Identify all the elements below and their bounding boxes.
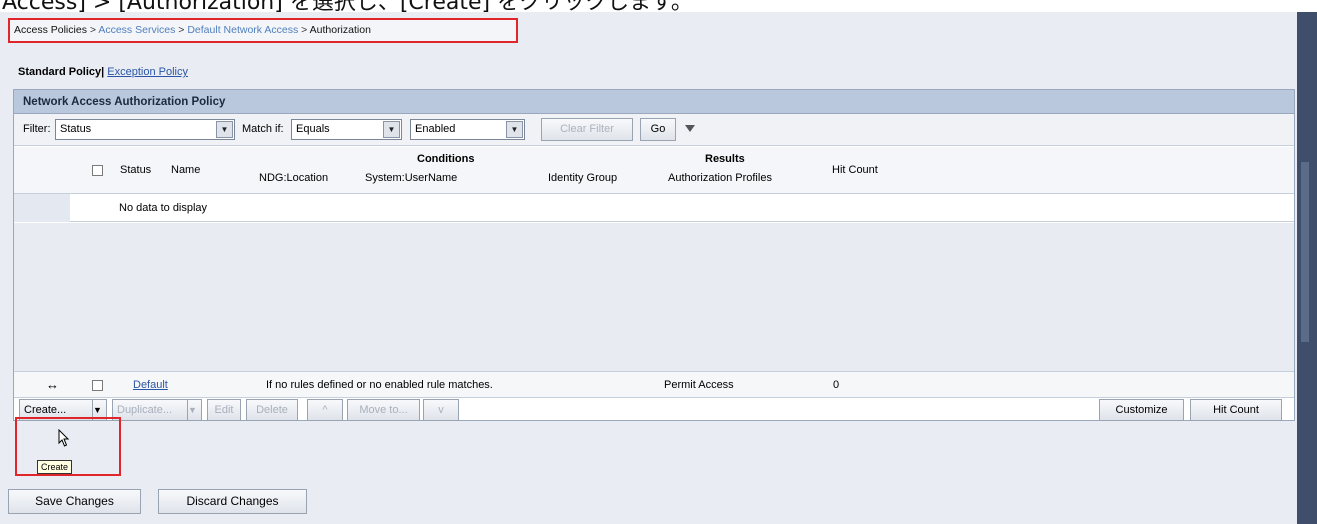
match-label: Match if: [242,123,284,135]
chevron-down-icon[interactable]: ▼ [187,400,201,420]
duplicate-button[interactable]: Duplicate... ▼ [112,399,202,421]
breadcrumb-item-access-services[interactable]: Access Services [98,24,175,36]
breadcrumb-item-access-policies[interactable]: Access Policies [14,24,87,36]
no-data-row: No data to display [14,194,1294,222]
clear-filter-button[interactable]: Clear Filter [541,118,633,141]
col-hit-count[interactable]: Hit Count [832,164,878,176]
filter-field-value: Status [60,123,92,135]
tab-standard-policy: Standard Policy [18,66,102,78]
chevron-down-icon: ▼ [216,121,233,138]
row-gutter [14,194,70,222]
customize-button[interactable]: Customize [1099,399,1184,421]
create-tooltip: Create [37,460,73,474]
delete-button[interactable]: Delete [246,399,298,421]
no-data-text: No data to display [119,202,208,214]
authorization-policy-panel: Network Access Authorization Policy Filt… [13,89,1295,421]
default-row-checkbox[interactable] [92,380,103,391]
match-value-value: Enabled [415,123,456,135]
chevron-down-icon: ▼ [506,121,523,138]
policy-tabs: Standard Policy| Exception Policy [18,66,188,78]
select-all-checkbox[interactable] [92,165,103,176]
right-scroll-strip[interactable] [1297,12,1317,524]
default-row-result: Permit Access [664,379,734,391]
move-down-button[interactable]: v [423,399,459,421]
table-row-default[interactable]: ↔ Default If no rules defined or no enab… [14,371,1294,398]
create-button-label: Create... [24,404,67,416]
move-up-button[interactable]: ^ [307,399,343,421]
default-row-hit-count: 0 [833,379,840,391]
col-system-username[interactable]: System:UserName [365,172,457,184]
mouse-cursor-icon [58,429,70,447]
table-empty-area [14,223,1294,371]
action-toolbar: Create... ▼ Duplicate... ▼ Edit Delete ^… [14,399,1294,422]
filter-field-select[interactable]: Status ▼ [55,119,235,140]
breadcrumb-item-authorization: Authorization [309,24,371,36]
breadcrumb: Access Policies > Access Services > Defa… [8,18,518,43]
drag-handle-icon[interactable]: ↔ [46,377,59,392]
tab-separator: | [101,66,105,78]
duplicate-button-label: Duplicate... [117,404,173,416]
breadcrumb-separator: > [175,24,188,36]
go-button[interactable]: Go [640,118,676,141]
default-rule-link[interactable]: Default [133,379,168,391]
tab-exception-policy[interactable]: Exception Policy [107,66,188,78]
discard-changes-button[interactable]: Discard Changes [158,489,307,514]
match-operator-select[interactable]: Equals ▼ [291,119,402,140]
col-group-conditions: Conditions [417,153,475,165]
hit-count-button[interactable]: Hit Count [1190,399,1282,421]
col-status[interactable]: Status [120,164,151,176]
col-identity-group[interactable]: Identity Group [548,172,617,184]
col-ndg-location[interactable]: NDG:Location [259,172,328,184]
match-value-select[interactable]: Enabled ▼ [410,119,525,140]
filter-options-triangle-icon[interactable] [685,125,695,132]
table-header: Status Name Conditions Results NDG:Locat… [14,147,1294,194]
col-name[interactable]: Name [171,164,200,176]
filter-label: Filter: [23,123,51,135]
col-group-results: Results [705,153,745,165]
match-operator-value: Equals [296,123,330,135]
breadcrumb-item-default-network-access[interactable]: Default Network Access [187,24,298,36]
breadcrumb-separator: > [86,24,99,36]
filter-bar: Filter: Status ▼ Match if: Equals ▼ Enab… [14,114,1294,146]
edit-button[interactable]: Edit [207,399,241,421]
chevron-down-icon: ▼ [383,121,400,138]
breadcrumb-separator: > [298,24,310,36]
col-authorization-profiles[interactable]: Authorization Profiles [668,172,772,184]
panel-title: Network Access Authorization Policy [14,90,1294,114]
save-changes-button[interactable]: Save Changes [8,489,141,514]
move-to-button[interactable]: Move to... [347,399,420,421]
default-row-conditions: If no rules defined or no enabled rule m… [266,379,493,391]
